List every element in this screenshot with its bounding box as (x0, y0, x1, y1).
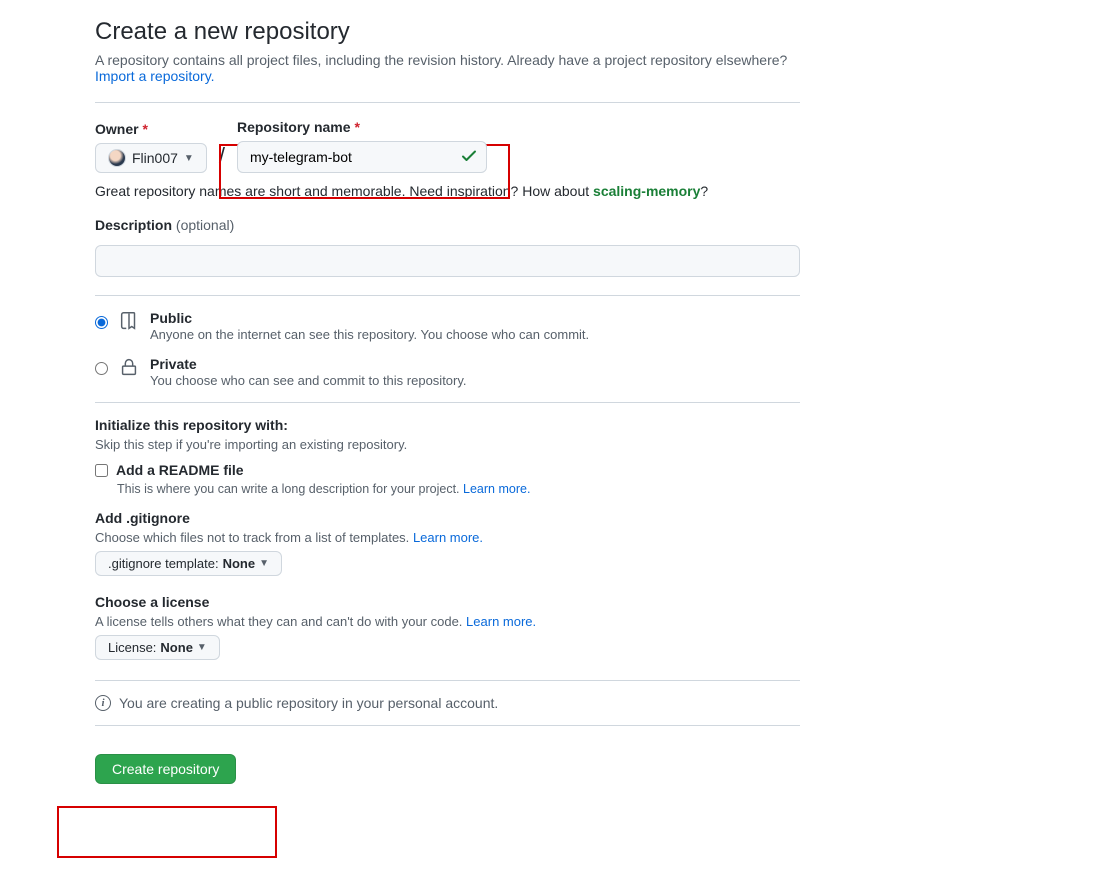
private-desc: You choose who can see and commit to thi… (150, 373, 467, 388)
description-input[interactable] (95, 245, 800, 277)
readme-learn-more[interactable]: Learn more. (463, 482, 530, 496)
readme-label: Add a README file (116, 462, 244, 478)
visibility-private-radio[interactable] (95, 362, 108, 375)
license-select[interactable]: License: None ▼ (95, 635, 220, 660)
page-title: Create a new repository (95, 18, 800, 46)
license-learn-more[interactable]: Learn more. (466, 614, 536, 629)
divider (95, 102, 800, 103)
divider (95, 295, 800, 296)
license-title: Choose a license (95, 594, 800, 610)
divider (95, 402, 800, 403)
repo-icon (118, 310, 140, 335)
gitignore-title: Add .gitignore (95, 510, 800, 526)
init-skip: Skip this step if you're importing an ex… (95, 437, 800, 452)
caret-down-icon: ▼ (184, 153, 194, 164)
public-desc: Anyone on the internet can see this repo… (150, 327, 589, 342)
repo-name-label: Repository name * (237, 119, 487, 135)
divider (95, 725, 800, 726)
owner-username: Flin007 (132, 150, 178, 166)
private-title: Private (150, 356, 467, 372)
public-title: Public (150, 310, 589, 326)
check-icon (461, 148, 477, 167)
visibility-public-radio[interactable] (95, 316, 108, 329)
divider (95, 680, 800, 681)
gitignore-learn-more[interactable]: Learn more. (413, 530, 483, 545)
info-text: You are creating a public repository in … (119, 695, 498, 711)
description-label: Description (optional) (95, 217, 800, 233)
create-repository-button[interactable]: Create repository (95, 754, 236, 784)
gitignore-select[interactable]: .gitignore template: None ▼ (95, 551, 282, 576)
repo-name-suggestion[interactable]: scaling-memory (593, 183, 700, 199)
license-desc: A license tells others what they can and… (95, 614, 462, 629)
caret-down-icon: ▼ (197, 642, 207, 653)
slash-separator: / (215, 143, 229, 173)
owner-label: Owner * (95, 121, 207, 137)
caret-down-icon: ▼ (259, 558, 269, 569)
page-description: A repository contains all project files,… (95, 52, 787, 68)
readme-desc: This is where you can write a long descr… (117, 482, 460, 496)
lock-icon (118, 356, 140, 381)
gitignore-desc: Choose which files not to track from a l… (95, 530, 409, 545)
owner-select[interactable]: Flin007 ▼ (95, 143, 207, 173)
readme-checkbox[interactable] (95, 464, 108, 477)
import-repository-link[interactable]: Import a repository. (95, 68, 215, 84)
repo-hint: Great repository names are short and mem… (95, 183, 593, 199)
init-title: Initialize this repository with: (95, 417, 800, 433)
repo-name-input[interactable] (237, 141, 487, 173)
info-icon: i (95, 695, 111, 711)
avatar (108, 149, 126, 167)
